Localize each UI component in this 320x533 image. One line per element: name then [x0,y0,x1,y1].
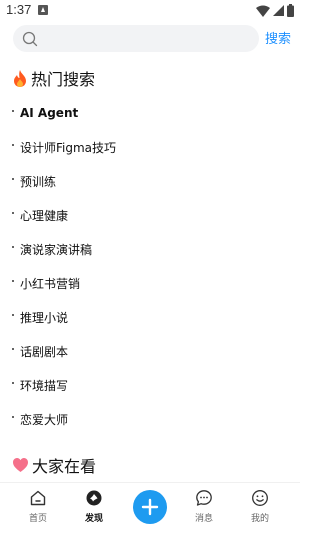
hot-search-item[interactable]: 小红书营销 [12,266,292,300]
search-button[interactable]: 搜索 [265,28,291,47]
discover-icon [86,490,102,506]
hot-search-item-label: 小红书营销 [20,276,81,291]
hot-search-item-label: 演说家演讲稿 [20,242,93,257]
nav-home-label: 首页 [28,514,47,524]
hot-search-header: 热门搜索 [13,66,95,90]
nav-mine[interactable]: 我的 [240,489,280,524]
message-icon [196,490,212,506]
hot-search-item-label: 话剧剧本 [20,344,69,359]
hot-search-item[interactable]: 恋爱大师 [12,402,292,436]
battery-icon [287,4,294,17]
hot-search-title: 热门搜索 [31,70,96,89]
smile-icon [252,490,268,506]
hot-search-item-label: 恋爱大师 [20,412,69,427]
bullet-dot [12,178,14,180]
bullet-dot [12,348,14,350]
hot-search-item[interactable]: 话剧剧本 [12,334,292,368]
heart-icon [13,458,28,472]
nav-home[interactable]: 首页 [18,489,58,524]
hot-search-item[interactable]: 环境描写 [12,368,292,402]
hot-search-item-label: 环境描写 [20,378,69,393]
nav-mine-label: 我的 [250,514,269,524]
everyone-watching-header: 大家在看 [13,453,96,477]
nav-discover-label: 发现 [84,514,103,524]
bullet-dot [12,416,14,418]
nav-discover[interactable]: 发现 [74,489,114,524]
home-icon [30,490,46,506]
bullet-dot [12,382,14,384]
hot-search-item-label: 设计师Figma技巧 [20,140,117,155]
search-icon [22,31,38,47]
wifi-icon [256,5,270,17]
bullet-dot [12,246,14,248]
hot-search-item-label: AI Agent [20,106,79,120]
bullet-dot [12,110,14,112]
hot-search-item[interactable]: AI Agent [12,96,292,130]
hot-search-item-label: 推理小说 [20,310,69,325]
hot-search-item-label: 预训练 [20,174,57,189]
status-time: 1:37 [6,2,32,17]
search-box[interactable] [13,25,259,52]
hot-search-item[interactable]: 演说家演讲稿 [12,232,292,266]
bullet-dot [12,212,14,214]
add-button[interactable] [133,490,167,524]
hot-search-item[interactable]: 预训练 [12,164,292,198]
search-input[interactable] [43,25,248,52]
fire-icon [14,69,26,87]
plus-icon [141,498,159,516]
bullet-dot [12,144,14,146]
bullet-dot [12,314,14,316]
bottom-nav: 首页 发现 消息 我的 [0,482,300,533]
everyone-watching-title: 大家在看 [32,457,97,476]
hot-search-item-label: 心理健康 [20,208,69,223]
signal-icon [273,5,284,16]
bullet-dot [12,280,14,282]
hot-search-item[interactable]: 心理健康 [12,198,292,232]
notification-app-icon [38,5,48,15]
hot-search-list: AI Agent 设计师Figma技巧 预训练 心理健康 演说家演讲稿 小红书营… [12,96,292,436]
nav-messages-label: 消息 [194,514,213,524]
hot-search-item[interactable]: 推理小说 [12,300,292,334]
status-icons [256,4,294,17]
nav-messages[interactable]: 消息 [184,489,224,524]
hot-search-item[interactable]: 设计师Figma技巧 [12,130,292,164]
status-bar: 1:37 [0,0,300,22]
